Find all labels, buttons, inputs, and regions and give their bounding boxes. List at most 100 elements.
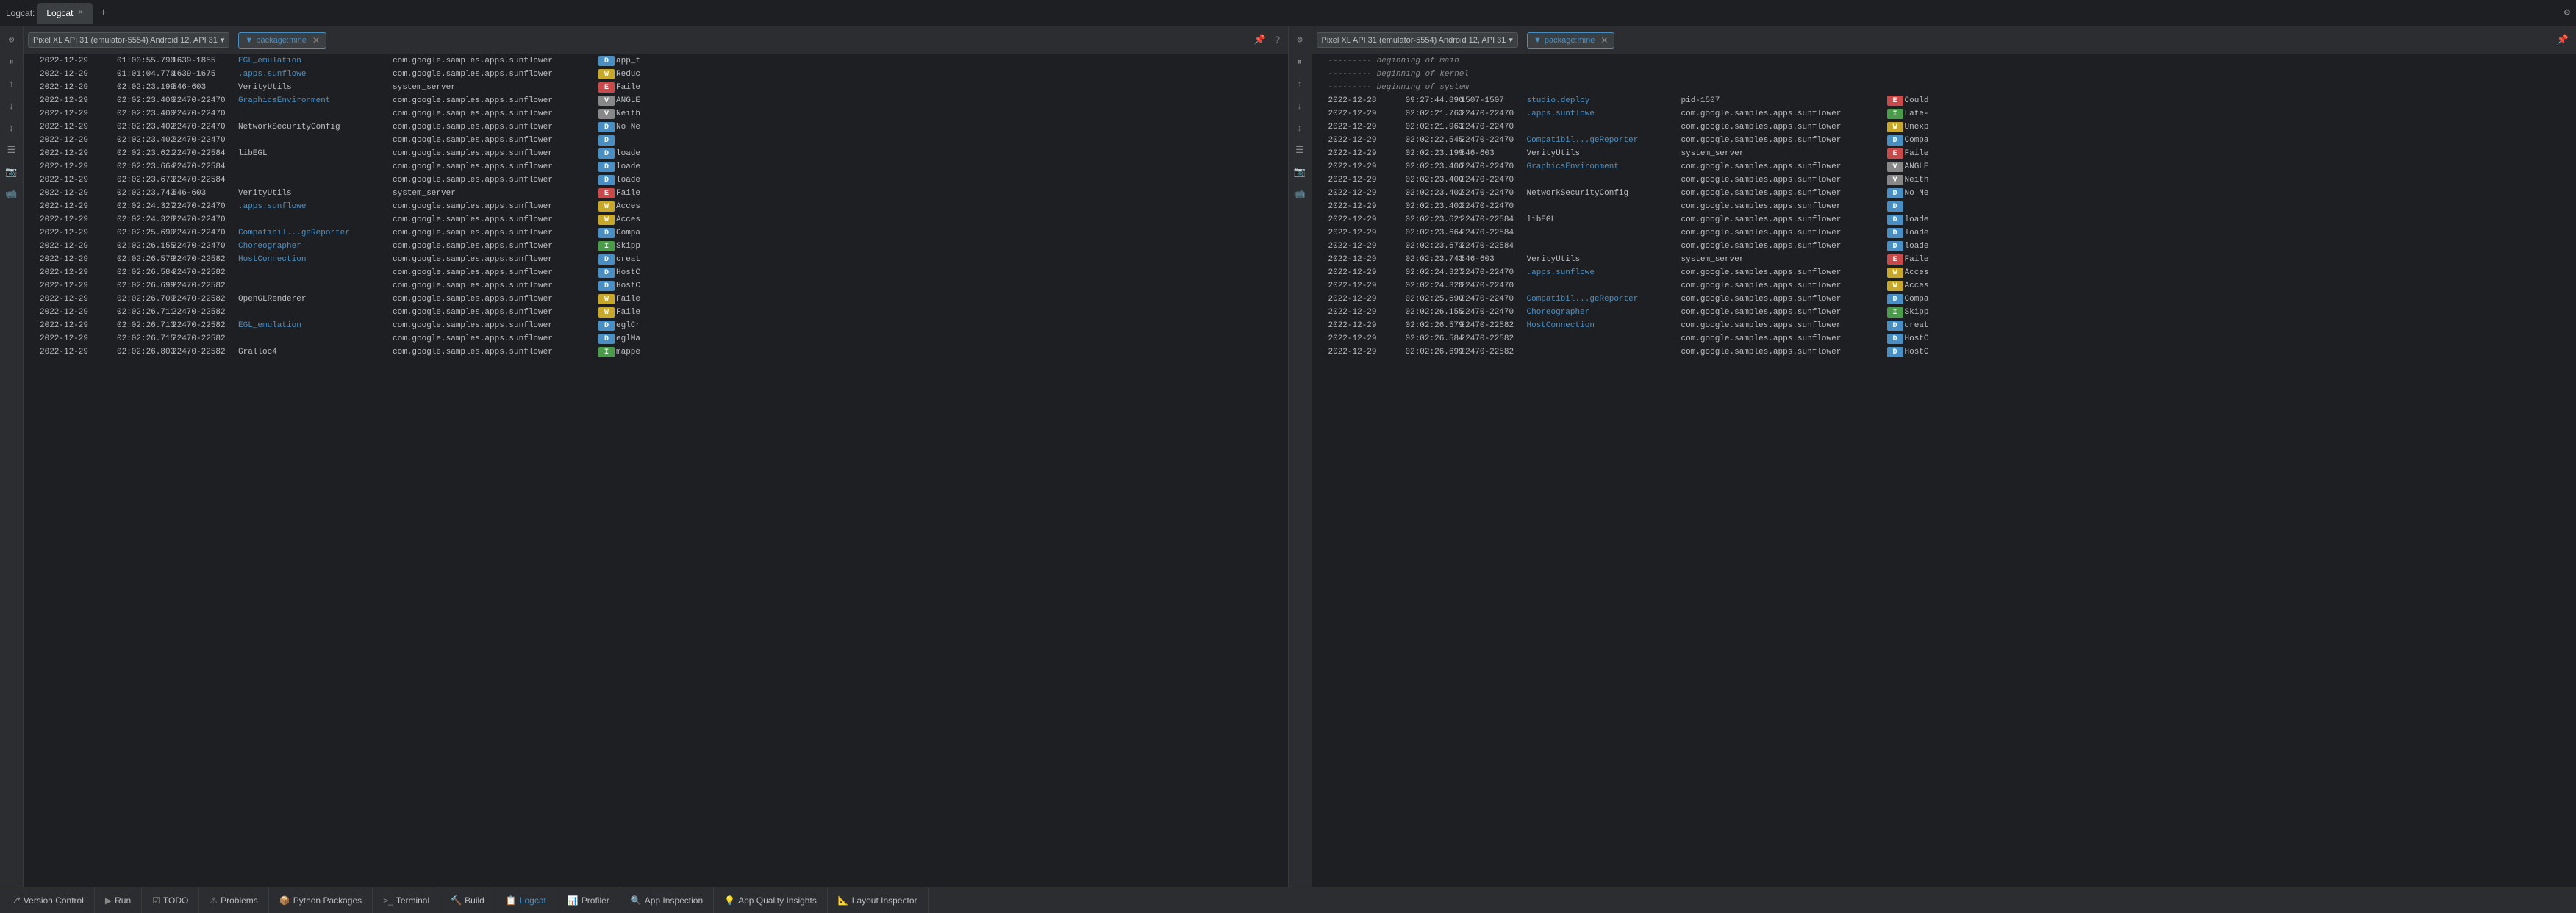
log-row[interactable]: 2022-12-2902:02:21.76322470-22470.apps.s…: [1312, 107, 2576, 121]
sidebar-icon-pause[interactable]: ⏸: [1, 51, 22, 72]
log-row[interactable]: 2022-12-2901:00:55.7901639-1855EGL_emula…: [24, 54, 1288, 68]
log-row[interactable]: 2022-12-2902:02:23.40022470-22470Graphic…: [24, 94, 1288, 107]
right-sidebar-icon-scroll-up[interactable]: ↑: [1289, 74, 1310, 94]
log-row[interactable]: 2022-12-2902:02:26.15522470-22470Choreog…: [24, 240, 1288, 253]
left-log-content[interactable]: 2022-12-2901:00:55.7901639-1855EGL_emula…: [24, 54, 1288, 887]
log-row[interactable]: 2022-12-2902:02:23.62122470-22584libEGLc…: [24, 147, 1288, 160]
log-level-badge: I: [598, 241, 615, 251]
log-row[interactable]: 2022-12-2902:02:23.40222470-22470Network…: [24, 121, 1288, 134]
log-row[interactable]: 2022-12-2902:02:23.66422470-22584com.goo…: [24, 160, 1288, 173]
log-row[interactable]: 2022-12-2901:01:04.7701639-1675.apps.sun…: [24, 68, 1288, 81]
log-row[interactable]: 2022-12-2902:02:26.70922470-22582OpenGLR…: [24, 293, 1288, 306]
settings-icon[interactable]: ⚙: [2564, 7, 2570, 19]
right-device-selector[interactable]: Pixel XL API 31 (emulator-5554) Android …: [1317, 32, 1518, 48]
right-filter-clear[interactable]: ✕: [1600, 35, 1608, 46]
log-row[interactable]: 2022-12-2902:02:23.40222470-22470com.goo…: [24, 134, 1288, 147]
log-row[interactable]: 2022-12-2809:27:44.8901507-1507studio.de…: [1312, 94, 2576, 107]
sidebar-icon-import[interactable]: ↕: [1, 118, 22, 138]
log-pkg: com.google.samples.apps.sunflower: [1681, 321, 1887, 330]
sidebar-icon-record[interactable]: 📹: [1, 184, 22, 204]
left-pin-icon[interactable]: 📌: [1251, 33, 1269, 47]
log-row[interactable]: --------- beginning of system: [1312, 81, 2576, 94]
bottom-item-app-inspection[interactable]: 🔍App Inspection: [620, 887, 714, 913]
log-row[interactable]: 2022-12-2902:02:26.69922470-22582com.goo…: [24, 279, 1288, 293]
log-row[interactable]: 2022-12-2902:02:24.32722470-22470.apps.s…: [1312, 266, 2576, 279]
log-row[interactable]: 2022-12-2902:02:22.54522470-22470Compati…: [1312, 134, 2576, 147]
sidebar-icon-filter[interactable]: ☰: [1, 140, 22, 160]
bottom-item-logcat[interactable]: 📋Logcat: [495, 887, 557, 913]
log-row[interactable]: 2022-12-2902:02:26.71122470-22582com.goo…: [24, 306, 1288, 319]
log-level-badge: D: [1887, 241, 1903, 251]
log-row[interactable]: 2022-12-2902:02:26.57922470-22582HostCon…: [24, 253, 1288, 266]
log-row[interactable]: 2022-12-2902:02:23.199546-603VerityUtils…: [24, 81, 1288, 94]
right-sidebar-icon-screenshot[interactable]: 📷: [1289, 162, 1310, 182]
log-row[interactable]: --------- beginning of main: [1312, 54, 2576, 68]
log-pkg: com.google.samples.apps.sunflower: [393, 96, 598, 105]
log-msg: Reduc: [616, 70, 1285, 79]
log-row[interactable]: 2022-12-2902:02:26.71522470-22582com.goo…: [24, 332, 1288, 345]
right-sidebar-icon-filter[interactable]: ☰: [1289, 140, 1310, 160]
left-filter-box[interactable]: ▼ package:mine ✕: [238, 32, 326, 49]
log-row[interactable]: 2022-12-2902:02:26.15522470-22470Choreog…: [1312, 306, 2576, 319]
right-log-content[interactable]: --------- beginning of main--------- beg…: [1312, 54, 2576, 887]
log-tag: VerityUtils: [238, 83, 393, 92]
log-msg: Acces: [1905, 268, 2574, 277]
log-row[interactable]: 2022-12-2902:02:24.32722470-22470.apps.s…: [24, 200, 1288, 213]
log-msg: Faile: [616, 83, 1285, 92]
log-row[interactable]: 2022-12-2902:02:23.40022470-22470com.goo…: [1312, 173, 2576, 187]
log-row[interactable]: 2022-12-2902:02:26.57922470-22582HostCon…: [1312, 319, 2576, 332]
tab-close-icon[interactable]: ✕: [77, 9, 83, 17]
right-pin-icon[interactable]: 📌: [2554, 33, 2572, 47]
bottom-item-build[interactable]: 🔨Build: [440, 887, 495, 913]
left-device-selector[interactable]: Pixel XL API 31 (emulator-5554) Android …: [28, 32, 229, 48]
bottom-item-run[interactable]: ▶Run: [95, 887, 142, 913]
bottom-item-layout-inspector[interactable]: 📐Layout Inspector: [828, 887, 929, 913]
log-row[interactable]: 2022-12-2902:02:23.743546-603VerityUtils…: [1312, 253, 2576, 266]
log-row[interactable]: 2022-12-2902:02:26.80322470-22582Gralloc…: [24, 345, 1288, 359]
bottom-item-version-control[interactable]: ⎇Version Control: [0, 887, 95, 913]
right-sidebar-icon-pause[interactable]: ⏸: [1289, 51, 1310, 72]
bottom-item-profiler[interactable]: 📊Profiler: [557, 887, 620, 913]
log-row[interactable]: --------- beginning of kernel: [1312, 68, 2576, 81]
tab-logcat[interactable]: Logcat ✕: [37, 3, 92, 24]
log-row[interactable]: 2022-12-2902:02:25.69022470-22470Compati…: [1312, 293, 2576, 306]
log-row[interactable]: 2022-12-2902:02:24.32822470-22470com.goo…: [24, 213, 1288, 226]
right-sidebar-icon-scroll-down[interactable]: ↓: [1289, 96, 1310, 116]
log-date: 2022-12-29: [1328, 110, 1406, 118]
bottom-item-problems[interactable]: ⚠Problems: [199, 887, 268, 913]
log-row[interactable]: 2022-12-2902:02:23.40022470-22470com.goo…: [24, 107, 1288, 121]
log-row[interactable]: 2022-12-2902:02:23.40022470-22470Graphic…: [1312, 160, 2576, 173]
right-sidebar-icon-clear[interactable]: ⊗: [1289, 29, 1310, 50]
log-row[interactable]: 2022-12-2902:02:23.62122470-22584libEGLc…: [1312, 213, 2576, 226]
right-filter-box[interactable]: ▼ package:mine ✕: [1527, 32, 1614, 49]
sidebar-icon-clear[interactable]: ⊗: [1, 29, 22, 50]
log-tag: GraphicsEnvironment: [238, 96, 393, 105]
log-row[interactable]: 2022-12-2902:02:26.71322470-22582EGL_emu…: [24, 319, 1288, 332]
log-row[interactable]: 2022-12-2902:02:23.67322470-22584com.goo…: [1312, 240, 2576, 253]
right-sidebar-icon-record[interactable]: 📹: [1289, 184, 1310, 204]
sidebar-icon-screenshot[interactable]: 📷: [1, 162, 22, 182]
log-row[interactable]: 2022-12-2902:02:23.67322470-22584com.goo…: [24, 173, 1288, 187]
log-row[interactable]: 2022-12-2902:02:25.69022470-22470Compati…: [24, 226, 1288, 240]
log-row[interactable]: 2022-12-2902:02:24.32822470-22470com.goo…: [1312, 279, 2576, 293]
log-row[interactable]: 2022-12-2902:02:23.40222470-22470Network…: [1312, 187, 2576, 200]
bottom-item-python-packages[interactable]: 📦Python Packages: [269, 887, 373, 913]
sidebar-icon-scroll-up[interactable]: ↑: [1, 74, 22, 94]
bottom-item-app-quality-insights[interactable]: 💡App Quality Insights: [714, 887, 828, 913]
log-row[interactable]: 2022-12-2902:02:21.96322470-22470com.goo…: [1312, 121, 2576, 134]
log-row[interactable]: 2022-12-2902:02:23.743546-603VerityUtils…: [24, 187, 1288, 200]
log-pkg: com.google.samples.apps.sunflower: [1681, 123, 1887, 132]
bottom-item-todo[interactable]: ☑TODO: [142, 887, 199, 913]
log-row[interactable]: 2022-12-2902:02:23.40222470-22470com.goo…: [1312, 200, 2576, 213]
right-sidebar-icon-import[interactable]: ↕: [1289, 118, 1310, 138]
bottom-item-terminal[interactable]: >_Terminal: [373, 887, 440, 913]
tab-add-button[interactable]: +: [94, 7, 113, 20]
sidebar-icon-scroll-down[interactable]: ↓: [1, 96, 22, 116]
log-row[interactable]: 2022-12-2902:02:26.69922470-22582com.goo…: [1312, 345, 2576, 359]
log-row[interactable]: 2022-12-2902:02:23.66422470-22584com.goo…: [1312, 226, 2576, 240]
log-row[interactable]: 2022-12-2902:02:26.58422470-22582com.goo…: [1312, 332, 2576, 345]
left-help-icon[interactable]: ?: [1272, 33, 1284, 47]
log-row[interactable]: 2022-12-2902:02:26.58422470-22582com.goo…: [24, 266, 1288, 279]
left-filter-clear[interactable]: ✕: [312, 35, 320, 46]
log-row[interactable]: 2022-12-2902:02:23.199546-603VerityUtils…: [1312, 147, 2576, 160]
